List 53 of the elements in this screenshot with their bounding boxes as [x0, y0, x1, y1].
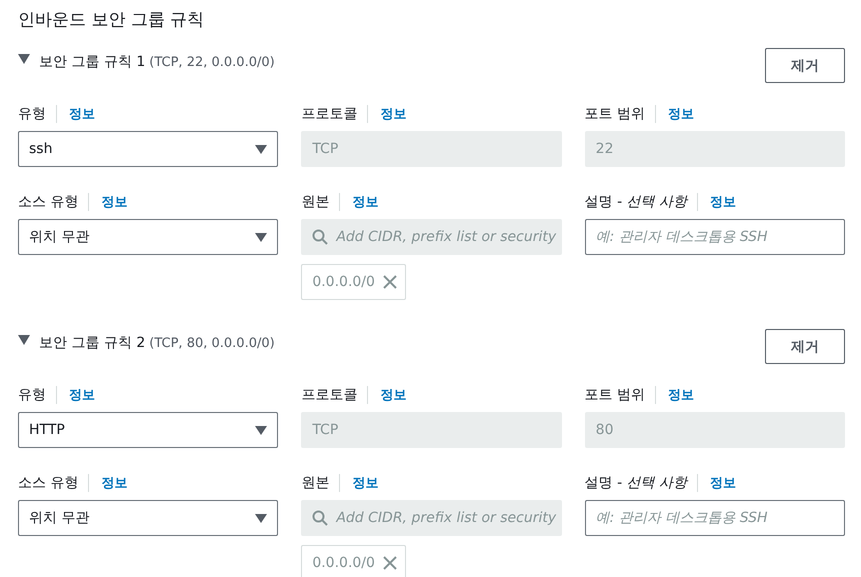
- caret-down-icon[interactable]: [18, 335, 30, 345]
- info-link[interactable]: 정보: [89, 193, 128, 211]
- field-label: 포트 범위: [584, 105, 656, 123]
- field-label: 프로토콜: [301, 105, 368, 123]
- info-link[interactable]: 정보: [368, 105, 406, 123]
- field-label: 소스 유형: [18, 193, 90, 211]
- caret-down-icon: [255, 426, 268, 434]
- section-heading: 인바운드 보안 그룹 규칙: [18, 9, 206, 31]
- field-label: 프로토콜: [301, 386, 368, 404]
- field-label: 소스 유형: [18, 474, 90, 492]
- select-field[interactable]: ssh: [18, 131, 278, 167]
- info-link[interactable]: 정보: [340, 474, 378, 492]
- field-label: 포트 범위: [584, 386, 656, 404]
- caret-down-icon: [255, 144, 268, 154]
- info-link[interactable]: 정보: [340, 193, 378, 211]
- close-icon[interactable]: [382, 556, 397, 570]
- readonly-field: 80: [584, 412, 845, 448]
- info-link[interactable]: 정보: [57, 105, 95, 123]
- info-link[interactable]: 정보: [89, 474, 128, 492]
- info-link[interactable]: 정보: [656, 105, 694, 123]
- search-icon: [312, 510, 328, 526]
- text-field[interactable]: 예: 관리자 데스크톱용 SSH: [584, 219, 845, 255]
- token-text: 0.0.0.0/0: [312, 274, 375, 290]
- select-field[interactable]: 위치 무관: [18, 219, 278, 255]
- info-link[interactable]: 정보: [698, 193, 736, 211]
- info-link[interactable]: 정보: [368, 386, 406, 404]
- close-icon[interactable]: [382, 275, 397, 289]
- token-text: 0.0.0.0/0: [312, 555, 375, 571]
- text-field[interactable]: 예: 관리자 데스크톱용 SSH: [584, 500, 845, 536]
- search-field[interactable]: Add CIDR, prefix list or security: [301, 500, 562, 536]
- readonly-field: 22: [584, 131, 845, 167]
- rule-title: 보안 그룹 규칙 1 (TCP, 22, 0.0.0.0/0): [39, 53, 275, 72]
- select-field[interactable]: HTTP: [18, 412, 278, 448]
- readonly-field: TCP: [301, 412, 562, 448]
- field-label: 원본: [301, 193, 340, 211]
- caret-down-icon: [255, 514, 268, 522]
- field-label: 유형: [18, 386, 57, 404]
- field-label: 유형: [18, 105, 57, 123]
- search-icon: [312, 229, 328, 245]
- field-label: 원본: [301, 474, 340, 492]
- caret-down-icon[interactable]: [18, 54, 30, 64]
- info-link[interactable]: 정보: [656, 386, 694, 404]
- field-label: 설명 - 선택 사항: [584, 474, 698, 492]
- readonly-field: TCP: [301, 131, 562, 167]
- remove-button[interactable]: 제거: [765, 48, 845, 83]
- field-label: 설명 - 선택 사항: [584, 193, 698, 211]
- remove-button[interactable]: 제거: [765, 329, 845, 364]
- info-link[interactable]: 정보: [698, 474, 736, 492]
- caret-down-icon: [255, 232, 268, 242]
- info-link[interactable]: 정보: [57, 386, 95, 404]
- search-field[interactable]: Add CIDR, prefix list or security: [301, 219, 562, 255]
- select-field[interactable]: 위치 무관: [18, 500, 278, 536]
- rule-title: 보안 그룹 규칙 2 (TCP, 80, 0.0.0.0/0): [39, 334, 275, 353]
